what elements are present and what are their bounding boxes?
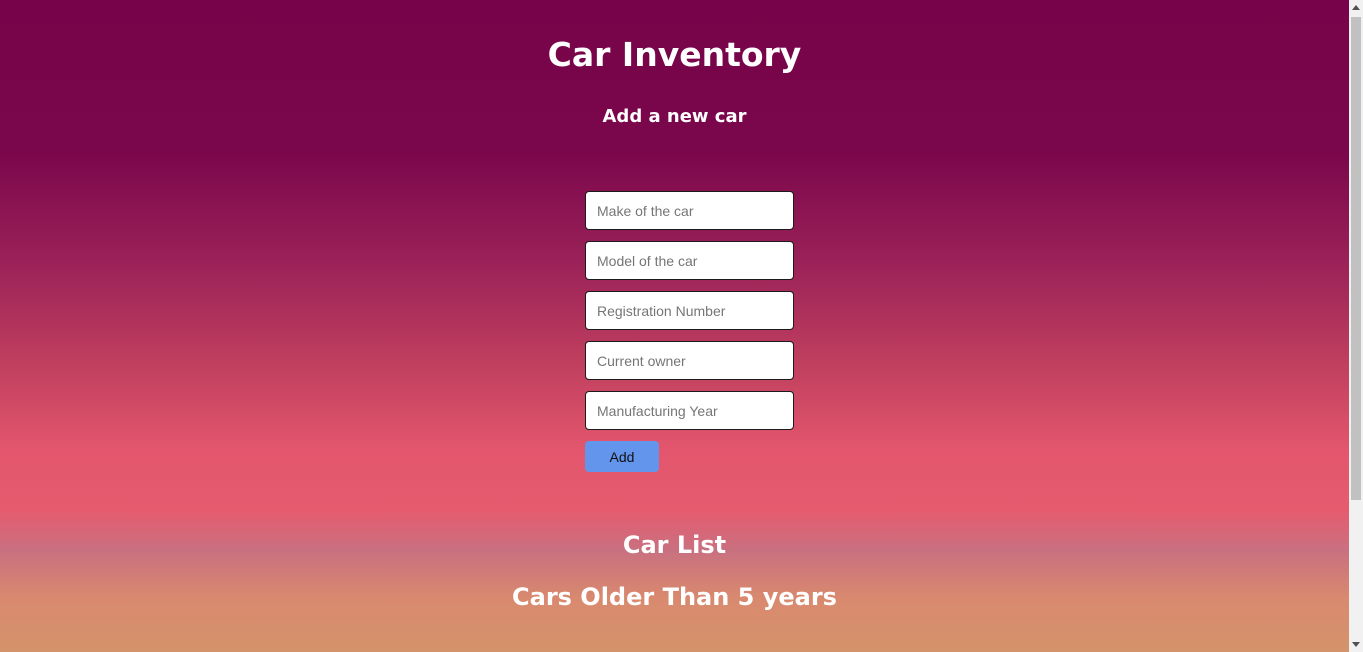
older-cars-heading: Cars Older Than 5 years (512, 583, 837, 611)
make-input[interactable] (585, 191, 794, 230)
scrollbar-thumb[interactable] (1351, 17, 1361, 500)
add-button[interactable]: Add (585, 441, 659, 472)
registration-number-input[interactable] (585, 291, 794, 330)
manufacturing-year-input[interactable] (585, 391, 794, 430)
scroll-down-arrow-icon[interactable] (1352, 642, 1360, 647)
add-car-subtitle: Add a new car (602, 106, 747, 127)
model-input[interactable] (585, 241, 794, 280)
current-owner-input[interactable] (585, 341, 794, 380)
car-list-heading: Car List (622, 531, 727, 559)
scroll-up-arrow-icon[interactable] (1352, 5, 1360, 10)
vertical-scrollbar[interactable] (1349, 0, 1363, 652)
car-inventory-page: Car Inventory Add a new car Add Car List… (0, 0, 1349, 652)
page-title: Car Inventory (547, 35, 802, 74)
